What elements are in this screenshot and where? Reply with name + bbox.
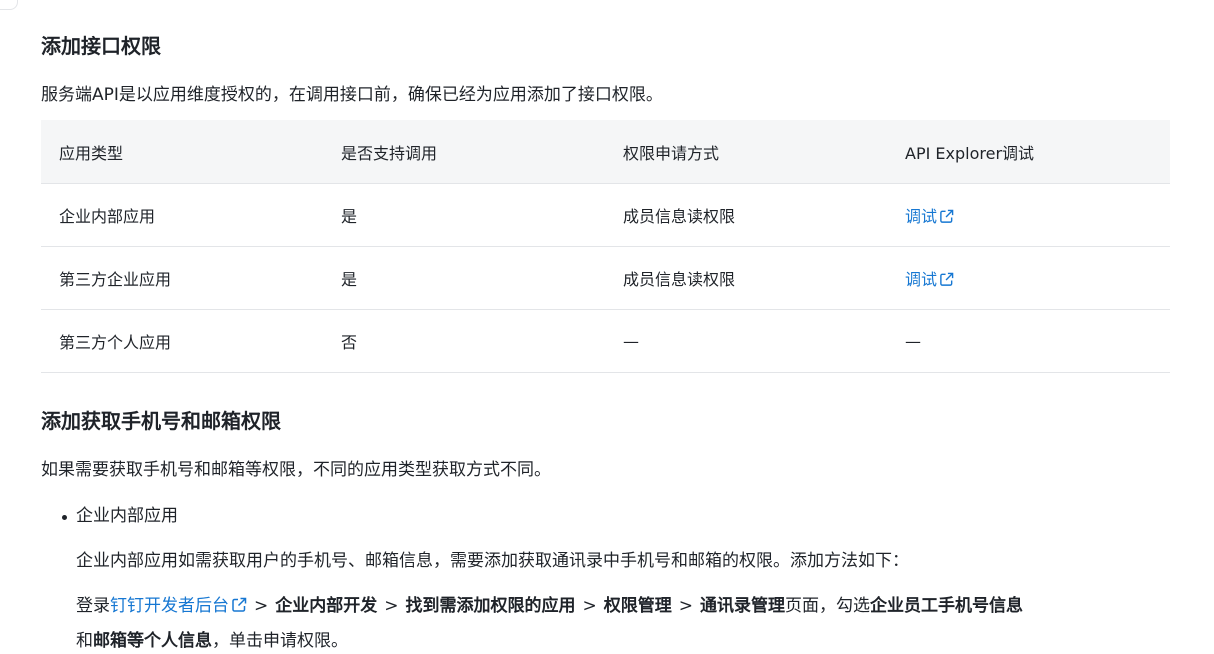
external-link-icon — [940, 272, 954, 286]
perm-phone-info: 企业员工手机号信息 — [870, 596, 1023, 616]
cell-supported: 是 — [323, 183, 605, 247]
cell-debug: 调试 — [887, 183, 1170, 247]
debug-link[interactable]: 调试 — [905, 207, 954, 226]
step-prefix: 登录 — [76, 596, 110, 616]
bullet-dot — [62, 515, 67, 520]
section-desc-api-permission: 服务端API是以应用维度授权的，在调用接口前，确保已经为应用添加了接口权限。 — [41, 85, 663, 105]
dev-console-link-label: 钉钉开发者后台 — [110, 596, 229, 616]
external-link-icon — [232, 597, 247, 612]
step-mid: 页面，勾选 — [785, 596, 870, 616]
section-title-api-permission: 添加接口权限 — [41, 34, 161, 58]
table-row: 第三方企业应用 是 成员信息读权限 调试 — [41, 246, 1170, 310]
table-header-api-explorer: API Explorer调试 — [887, 120, 1170, 184]
cell-supported: 否 — [323, 309, 605, 373]
bullet-item-internal-app: 企业内部应用 — [76, 506, 178, 526]
breadcrumb-separator: > — [254, 596, 269, 616]
step-suffix: ，单击申请权限。 — [212, 631, 348, 651]
breadcrumb-separator: > — [384, 596, 399, 616]
table-header-supported: 是否支持调用 — [323, 120, 605, 184]
breadcrumb-separator: > — [582, 596, 597, 616]
debug-link-label: 调试 — [905, 270, 938, 289]
cell-app-type: 第三方企业应用 — [41, 246, 323, 310]
corner-tab — [0, 0, 18, 10]
step-and: 和 — [76, 631, 93, 651]
path-permission-mgmt: 权限管理 — [603, 596, 672, 616]
cell-debug: 调试 — [887, 246, 1170, 310]
perm-email-info: 邮箱等个人信息 — [93, 631, 212, 651]
section-title-phone-email: 添加获取手机号和邮箱权限 — [41, 409, 281, 433]
cell-method: 成员信息读权限 — [605, 246, 887, 310]
cell-method: — — [605, 309, 887, 373]
bullet-desc: 企业内部应用如需获取用户的手机号、邮箱信息，需要添加获取通讯录中手机号和邮箱的权… — [76, 551, 909, 571]
step-line-1: 登录钉钉开发者后台 > 企业内部开发 > 找到需添加权限的应用 > 权限管理 > 通讯录管理页面… — [76, 593, 1023, 619]
cell-supported: 是 — [323, 246, 605, 310]
cell-method: 成员信息读权限 — [605, 183, 887, 247]
path-internal-dev: 企业内部开发 — [275, 596, 378, 616]
external-link-icon — [940, 209, 954, 223]
step-line-2: 和邮箱等个人信息，单击申请权限。 — [76, 628, 348, 654]
path-contacts-mgmt: 通讯录管理 — [700, 596, 785, 616]
table-header-app-type: 应用类型 — [41, 120, 323, 184]
path-find-app: 找到需添加权限的应用 — [405, 596, 576, 616]
table-row: 第三方个人应用 否 — — — [41, 309, 1170, 373]
cell-app-type: 企业内部应用 — [41, 183, 323, 247]
table-header-row: 应用类型 是否支持调用 权限申请方式 API Explorer调试 — [41, 120, 1170, 184]
cell-debug: — — [887, 309, 1170, 373]
dev-console-link[interactable]: 钉钉开发者后台 — [110, 596, 247, 616]
table-row: 企业内部应用 是 成员信息读权限 调试 — [41, 183, 1170, 247]
cell-app-type: 第三方个人应用 — [41, 309, 323, 373]
permission-table: 应用类型 是否支持调用 权限申请方式 API Explorer调试 企业内部应用… — [41, 120, 1170, 373]
table-header-method: 权限申请方式 — [605, 120, 887, 184]
debug-link-label: 调试 — [905, 207, 938, 226]
breadcrumb-separator: > — [678, 596, 693, 616]
debug-link[interactable]: 调试 — [905, 270, 954, 289]
section-desc-phone-email: 如果需要获取手机号和邮箱等权限，不同的应用类型获取方式不同。 — [41, 460, 551, 480]
